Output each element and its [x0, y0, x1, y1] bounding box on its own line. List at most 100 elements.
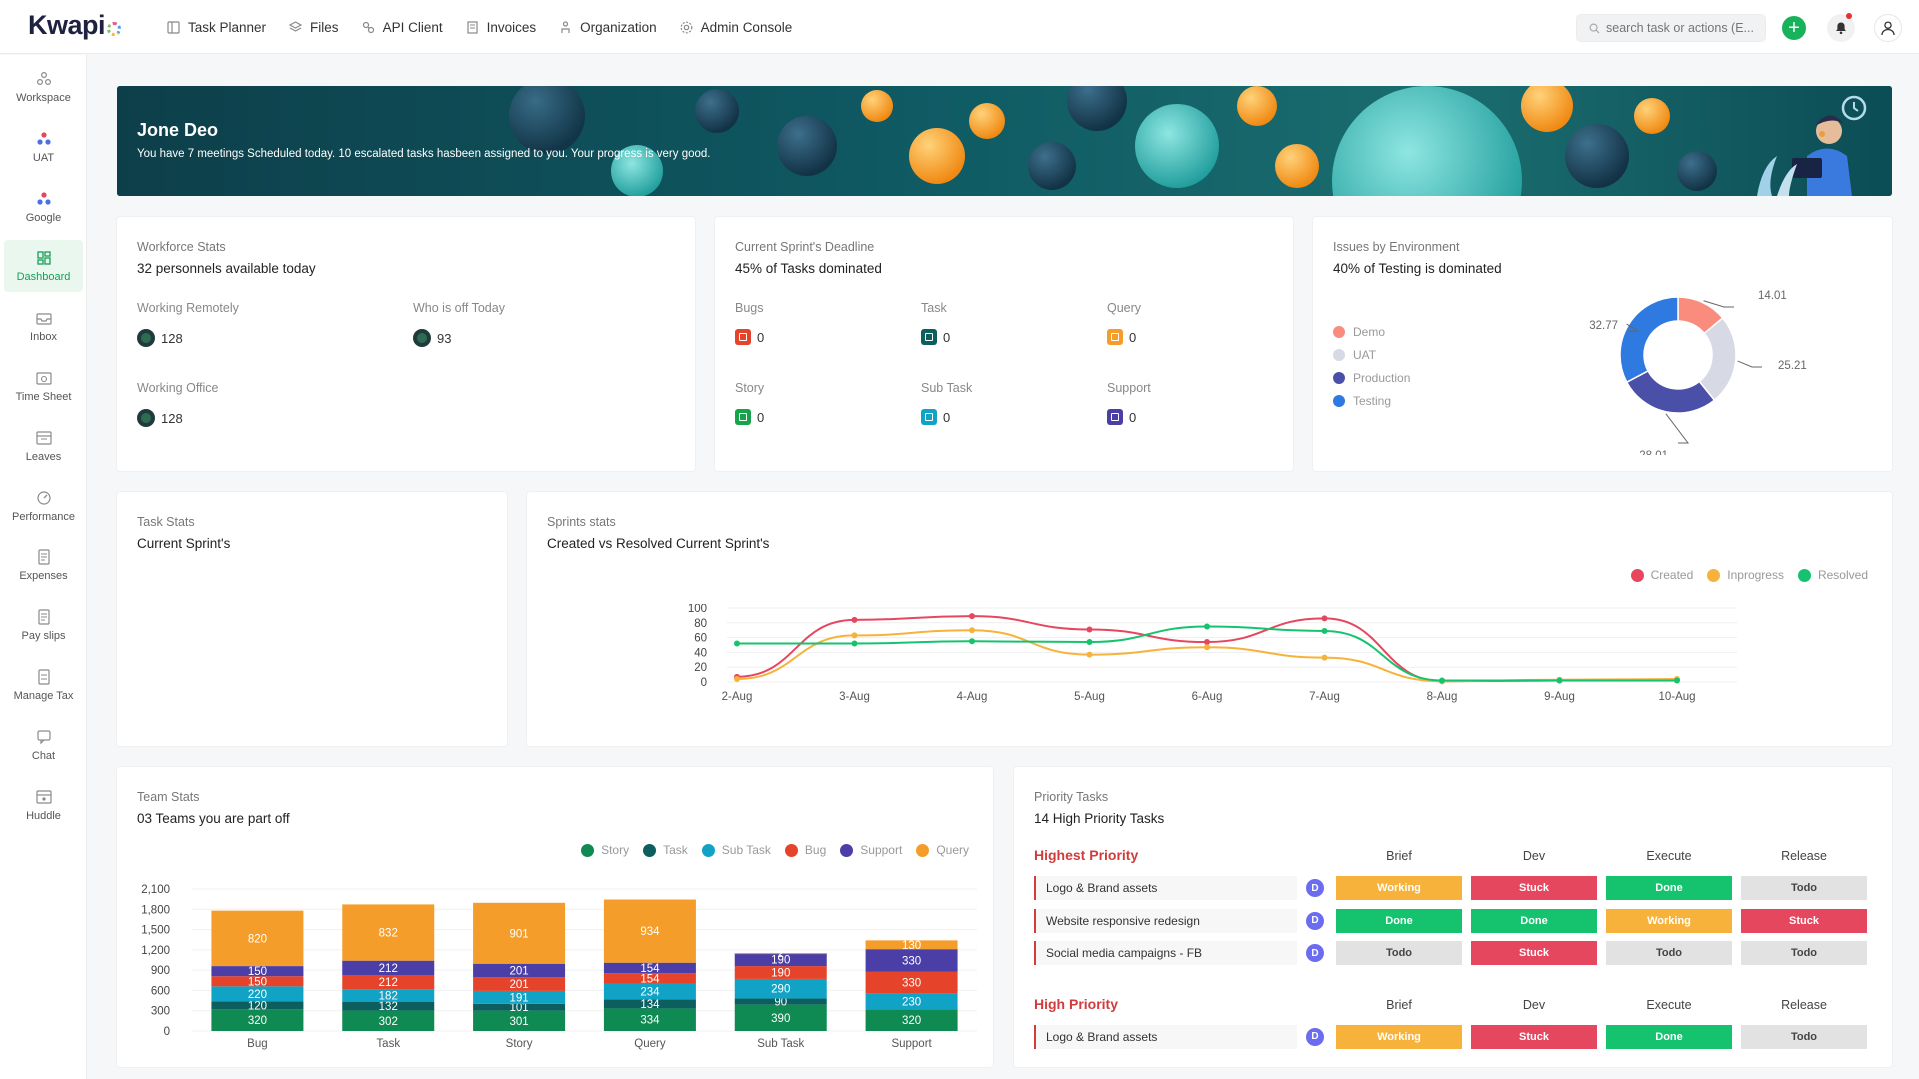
data-point[interactable] — [1086, 626, 1093, 633]
data-point[interactable] — [1321, 627, 1328, 634]
stat-off-today: Who is off Today 93 — [413, 301, 505, 347]
sidebar-item-label: Dashboard — [16, 271, 71, 284]
add-button[interactable]: + — [1782, 16, 1806, 40]
status-badge[interactable]: Stuck — [1741, 908, 1867, 933]
data-point[interactable] — [851, 616, 858, 623]
status-badge[interactable]: Done — [1606, 876, 1732, 900]
user-menu-button[interactable] — [1874, 14, 1902, 42]
data-point[interactable] — [1439, 677, 1445, 684]
sidebar-item-huddle[interactable]: Huddle — [4, 779, 83, 831]
data-point[interactable] — [1556, 677, 1563, 684]
status-badge[interactable]: Working — [1336, 1024, 1462, 1049]
sidebar-item-manage-tax[interactable]: Manage Tax — [4, 659, 83, 711]
legend-item[interactable]: Bug — [784, 843, 826, 857]
task-name[interactable]: Social media campaigns - FB — [1034, 941, 1297, 965]
legend-item[interactable]: Testing — [1333, 394, 1410, 408]
status-badge[interactable]: Todo — [1741, 941, 1867, 965]
sidebar-item-google[interactable]: Google — [4, 181, 83, 233]
sidebar-item-workspace[interactable]: Workspace — [4, 61, 83, 113]
expenses-icon — [35, 548, 53, 566]
stat-label: Bugs — [735, 301, 764, 315]
sidebar-item-pay-slips[interactable]: Pay slips — [4, 599, 83, 651]
status-badge[interactable]: Done — [1606, 1024, 1732, 1049]
data-point[interactable] — [1086, 651, 1093, 658]
data-point[interactable] — [851, 632, 858, 639]
assignee-avatar[interactable]: D — [1306, 879, 1324, 897]
data-point[interactable] — [1204, 639, 1210, 646]
legend-item[interactable]: Story — [581, 843, 629, 857]
task-name[interactable]: Logo & Brand assets — [1034, 876, 1297, 900]
status-badge[interactable]: Working — [1606, 908, 1732, 933]
nav-organization[interactable]: Organization — [558, 20, 657, 35]
legend-swatch — [916, 843, 930, 857]
data-point[interactable] — [1204, 623, 1210, 630]
x-tick-label: Story — [506, 1038, 533, 1050]
sidebar-item-leaves[interactable]: Leaves — [4, 420, 83, 472]
search-box[interactable] — [1576, 14, 1766, 42]
sidebar-item-uat[interactable]: UAT — [4, 121, 83, 173]
task-name[interactable]: Website responsive redesign — [1034, 908, 1297, 933]
status-badge[interactable]: Done — [1336, 908, 1462, 933]
assignee-avatar[interactable]: D — [1306, 911, 1324, 930]
sidebar-item-performance[interactable]: Performance — [4, 480, 83, 532]
data-point[interactable] — [851, 640, 858, 647]
legend-item[interactable]: Resolved — [1797, 568, 1868, 582]
bar-data-label: 154 — [640, 963, 660, 975]
nav-admin-console[interactable]: Admin Console — [679, 20, 792, 35]
bar-data-label: 201 — [509, 966, 528, 978]
nav-files[interactable]: Files — [288, 20, 339, 35]
priority-task-row[interactable]: Logo & Brand assets D Working Stuck Done Todo — [1034, 876, 1919, 902]
bar-data-label: 2 — [778, 948, 784, 960]
nav-api-client[interactable]: API Client — [361, 20, 443, 35]
donut-slice[interactable] — [1619, 296, 1679, 384]
app-logo[interactable]: Kwapi — [28, 10, 122, 41]
legend-item[interactable]: Query — [916, 843, 969, 857]
status-badge[interactable]: Done — [1471, 908, 1597, 933]
data-point[interactable] — [969, 613, 975, 620]
data-point[interactable] — [1674, 677, 1680, 684]
sidebar-item-time-sheet[interactable]: Time Sheet — [4, 360, 83, 412]
data-point[interactable] — [969, 638, 975, 645]
data-point[interactable] — [1321, 654, 1328, 661]
sidebar-item-expenses[interactable]: Expenses — [4, 539, 83, 591]
legend-item[interactable]: Task — [643, 843, 688, 857]
status-badge[interactable]: Working — [1336, 876, 1462, 900]
sidebar-item-dashboard[interactable]: Dashboard — [4, 240, 83, 293]
priority-task-row[interactable]: Social media campaigns - FB D Todo Stuck Tod… — [1034, 941, 1919, 967]
data-point[interactable] — [734, 640, 740, 647]
sidebar-item-inbox[interactable]: Inbox — [4, 300, 83, 352]
status-badge[interactable]: Stuck — [1471, 876, 1597, 900]
assignee-avatar[interactable]: D — [1306, 944, 1324, 962]
legend-item[interactable]: Support — [840, 843, 902, 857]
priority-task-row[interactable]: Logo & Brand assets D Working Stuck Done Todo — [1034, 1024, 1919, 1051]
status-badge[interactable]: Todo — [1741, 876, 1867, 900]
legend-item[interactable]: Production — [1333, 371, 1410, 385]
donut-slice[interactable] — [1625, 369, 1716, 414]
sprint-stat-support: Support 0 — [1107, 381, 1151, 425]
status-badge[interactable]: Todo — [1336, 941, 1462, 965]
assignee-avatar[interactable]: D — [1306, 1027, 1324, 1046]
data-point[interactable] — [969, 627, 975, 634]
priority-task-row[interactable]: Website responsive redesign D Done Done Work… — [1034, 908, 1919, 935]
legend-item[interactable]: Sub Task — [701, 843, 771, 857]
x-tick-label: 7-Aug — [1309, 691, 1340, 703]
data-point[interactable] — [1321, 615, 1328, 622]
status-badge[interactable]: Stuck — [1471, 941, 1597, 965]
data-point[interactable] — [1204, 644, 1210, 651]
task-name[interactable]: Logo & Brand assets — [1034, 1024, 1297, 1049]
nav-invoices[interactable]: Invoices — [465, 20, 536, 35]
data-point[interactable] — [1086, 639, 1093, 646]
performance-icon — [35, 489, 53, 507]
notifications-button[interactable] — [1827, 13, 1855, 42]
data-point[interactable] — [734, 676, 740, 683]
search-input[interactable] — [1606, 21, 1756, 35]
legend-item[interactable]: Demo — [1333, 325, 1410, 339]
legend-item[interactable]: UAT — [1333, 348, 1410, 362]
nav-task-planner[interactable]: Task Planner — [166, 20, 266, 35]
status-badge[interactable]: Todo — [1606, 941, 1732, 965]
legend-item[interactable]: Created — [1630, 568, 1693, 582]
status-badge[interactable]: Stuck — [1471, 1024, 1597, 1049]
legend-item[interactable]: Inprogress — [1707, 568, 1784, 582]
sidebar-item-chat[interactable]: Chat — [4, 719, 83, 771]
status-badge[interactable]: Todo — [1741, 1024, 1867, 1049]
